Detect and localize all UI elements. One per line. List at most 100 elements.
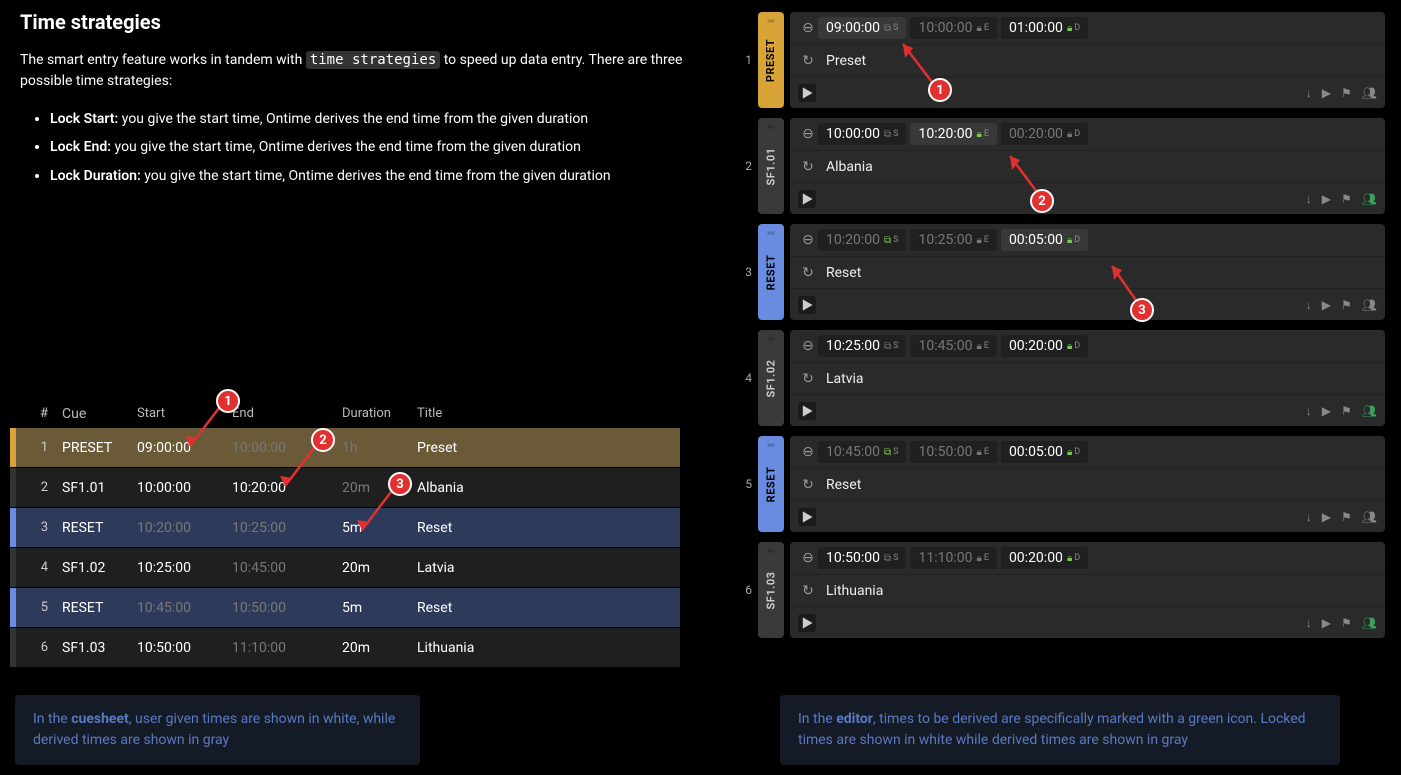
cuesheet-row[interactable]: 4 SF1.02 10:25:00 10:45:00 20m Latvia — [10, 548, 680, 588]
duration-time-box[interactable]: 00:20:00 🔒︎D — [1001, 547, 1088, 569]
editor-title[interactable]: Reset — [818, 265, 861, 281]
reload-icon[interactable]: ↻ — [798, 477, 818, 493]
play-button[interactable] — [798, 296, 816, 314]
editor-row-tab[interactable]: ═ RESET — [758, 224, 784, 320]
start-time-box[interactable]: 10:45:00 ⧉S — [818, 441, 906, 463]
end-time-box[interactable]: 10:20:00 🔒︎E — [910, 123, 996, 145]
skip-icon[interactable]: ⊖ — [798, 338, 818, 354]
people-icon[interactable]: 👥︎ — [1362, 510, 1377, 524]
end-time-box[interactable]: 10:45:00 🔒︎E — [910, 335, 996, 357]
download-icon[interactable]: ↓ — [1306, 192, 1312, 206]
row-title[interactable]: Preset — [411, 440, 680, 456]
play-small-icon[interactable]: ▶ — [1322, 86, 1331, 100]
cuesheet-row[interactable]: 5 RESET 10:45:00 10:50:00 5m Reset — [10, 588, 680, 628]
skip-icon[interactable]: ⊖ — [798, 126, 818, 142]
row-end[interactable]: 11:10:00 — [226, 640, 336, 656]
row-start[interactable]: 10:20:00 — [131, 520, 226, 536]
row-start[interactable]: 10:50:00 — [131, 640, 226, 656]
row-duration[interactable]: 20m — [336, 640, 411, 656]
editor-title[interactable]: Latvia — [818, 371, 864, 387]
editor-title[interactable]: Reset — [818, 477, 861, 493]
flag-icon[interactable]: ⚑ — [1341, 192, 1352, 206]
editor-title[interactable]: Preset — [818, 53, 866, 69]
row-end[interactable]: 10:50:00 — [226, 600, 336, 616]
play-small-icon[interactable]: ▶ — [1322, 616, 1331, 630]
duration-time-box[interactable]: 01:00:00 🔒︎D — [1001, 17, 1088, 39]
editor-row-tab[interactable]: ═ SF1.03 — [758, 542, 784, 638]
row-duration[interactable]: 20m — [336, 560, 411, 576]
skip-icon[interactable]: ⊖ — [798, 232, 818, 248]
people-icon[interactable]: 👥︎ — [1362, 86, 1377, 100]
cuesheet-row[interactable]: 3 RESET 10:20:00 10:25:00 5m Reset — [10, 508, 680, 548]
editor-row-tab[interactable]: ═ PRESET — [758, 12, 784, 108]
drag-handle-icon[interactable]: ═ — [767, 440, 774, 451]
download-icon[interactable]: ↓ — [1306, 298, 1312, 312]
people-icon[interactable]: 👥︎ — [1362, 192, 1377, 206]
skip-icon[interactable]: ⊖ — [798, 444, 818, 460]
start-time-box[interactable]: 09:00:00 ⧉S — [818, 17, 906, 39]
drag-handle-icon[interactable]: ═ — [767, 122, 774, 133]
reload-icon[interactable]: ↻ — [798, 159, 818, 175]
duration-time-box[interactable]: 00:05:00 🔒︎D — [1001, 229, 1088, 251]
play-small-icon[interactable]: ▶ — [1322, 298, 1331, 312]
cuesheet-row[interactable]: 1 PRESET 09:00:00 10:00:00 1h Preset — [10, 428, 680, 468]
end-time-box[interactable]: 10:50:00 🔒︎E — [910, 441, 996, 463]
row-end[interactable]: 10:45:00 — [226, 560, 336, 576]
play-button[interactable] — [798, 84, 816, 102]
play-button[interactable] — [798, 614, 816, 632]
play-button[interactable] — [798, 190, 816, 208]
play-button[interactable] — [798, 508, 816, 526]
duration-time-box[interactable]: 00:05:00 🔒︎D — [1001, 441, 1088, 463]
editor-title[interactable]: Lithuania — [818, 583, 883, 599]
people-icon[interactable]: 👥︎ — [1362, 298, 1377, 312]
drag-handle-icon[interactable]: ═ — [767, 228, 774, 239]
row-title[interactable]: Reset — [411, 520, 680, 536]
skip-icon[interactable]: ⊖ — [798, 550, 818, 566]
play-small-icon[interactable]: ▶ — [1322, 510, 1331, 524]
editor-row-tab[interactable]: ═ SF1.02 — [758, 330, 784, 426]
end-time-box[interactable]: 10:25:00 🔒︎E — [910, 229, 996, 251]
flag-icon[interactable]: ⚑ — [1341, 86, 1352, 100]
flag-icon[interactable]: ⚑ — [1341, 510, 1352, 524]
row-start[interactable]: 10:25:00 — [131, 560, 226, 576]
row-title[interactable]: Lithuania — [411, 640, 680, 656]
end-time-box[interactable]: 11:10:00 🔒︎E — [910, 547, 996, 569]
row-start[interactable]: 10:00:00 — [131, 480, 226, 496]
play-button[interactable] — [798, 402, 816, 420]
flag-icon[interactable]: ⚑ — [1341, 298, 1352, 312]
duration-time-box[interactable]: 00:20:00 🔒︎D — [1001, 335, 1088, 357]
skip-icon[interactable]: ⊖ — [798, 20, 818, 36]
reload-icon[interactable]: ↻ — [798, 265, 818, 281]
drag-handle-icon[interactable]: ═ — [767, 16, 774, 27]
start-time-box[interactable]: 10:50:00 ⧉S — [818, 547, 906, 569]
row-duration[interactable]: 1h — [336, 440, 411, 456]
download-icon[interactable]: ↓ — [1306, 510, 1312, 524]
reload-icon[interactable]: ↻ — [798, 371, 818, 387]
play-small-icon[interactable]: ▶ — [1322, 404, 1331, 418]
start-time-box[interactable]: 10:00:00 ⧉S — [818, 123, 906, 145]
start-time-box[interactable]: 10:25:00 ⧉S — [818, 335, 906, 357]
play-small-icon[interactable]: ▶ — [1322, 192, 1331, 206]
row-end[interactable]: 10:25:00 — [226, 520, 336, 536]
duration-time-box[interactable]: 00:20:00 🔒︎D — [1001, 123, 1088, 145]
row-title[interactable]: Latvia — [411, 560, 680, 576]
editor-row-tab[interactable]: ═ RESET — [758, 436, 784, 532]
flag-icon[interactable]: ⚑ — [1341, 404, 1352, 418]
start-time-box[interactable]: 10:20:00 ⧉S — [818, 229, 906, 251]
people-icon[interactable]: 👥︎ — [1362, 404, 1377, 418]
drag-handle-icon[interactable]: ═ — [767, 546, 774, 557]
editor-row-tab[interactable]: ═ SF1.01 — [758, 118, 784, 214]
people-icon[interactable]: 👥︎ — [1362, 616, 1377, 630]
flag-icon[interactable]: ⚑ — [1341, 616, 1352, 630]
download-icon[interactable]: ↓ — [1306, 86, 1312, 100]
cuesheet-row[interactable]: 2 SF1.01 10:00:00 10:20:00 20m Albania — [10, 468, 680, 508]
reload-icon[interactable]: ↻ — [798, 583, 818, 599]
drag-handle-icon[interactable]: ═ — [767, 334, 774, 345]
download-icon[interactable]: ↓ — [1306, 404, 1312, 418]
cuesheet-row[interactable]: 6 SF1.03 10:50:00 11:10:00 20m Lithuania — [10, 628, 680, 668]
row-duration[interactable]: 5m — [336, 600, 411, 616]
row-title[interactable]: Reset — [411, 600, 680, 616]
download-icon[interactable]: ↓ — [1306, 616, 1312, 630]
row-start[interactable]: 10:45:00 — [131, 600, 226, 616]
reload-icon[interactable]: ↻ — [798, 53, 818, 69]
